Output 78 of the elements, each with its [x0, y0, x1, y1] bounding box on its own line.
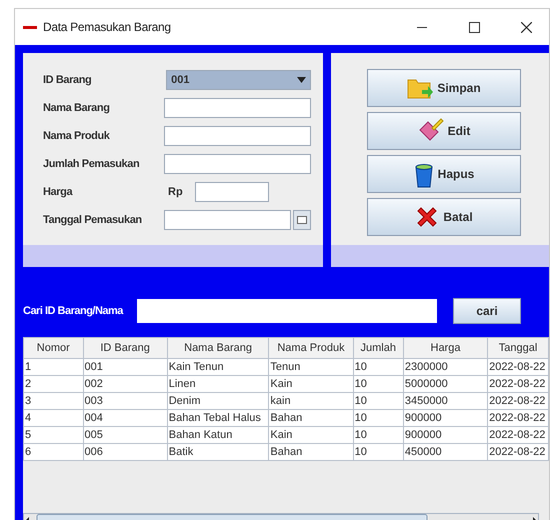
date-field[interactable] [164, 210, 292, 230]
table-cell: 5 [24, 426, 84, 444]
table-cell: 10 [353, 358, 404, 376]
table-cell: 3 [24, 392, 84, 410]
price-field[interactable] [195, 182, 269, 202]
table-cell: 005 [83, 426, 168, 444]
dropdown-arrow-icon [297, 77, 306, 83]
text-field[interactable] [164, 126, 311, 146]
table-cell: Kain Tenun [167, 358, 269, 376]
table-cell: Linen [167, 376, 269, 392]
column-header[interactable]: Jumlah [353, 338, 404, 358]
table-cell: Kain [268, 426, 354, 444]
window-title: Data Pemasukan Barang [43, 20, 172, 34]
search-label: Cari ID Barang/Nama [23, 305, 124, 317]
close-icon [520, 22, 532, 32]
calendar-button[interactable] [293, 210, 311, 230]
table-cell: Bahan Katun [167, 426, 269, 444]
save-button[interactable]: Simpan [367, 69, 521, 107]
delete-button[interactable]: Hapus [367, 155, 521, 193]
table-cell: Bahan [268, 410, 354, 426]
table-cell: 2022-08-22 [488, 410, 548, 426]
calendar-icon [297, 216, 308, 224]
field-label: Tanggal Pemasukan [43, 214, 143, 226]
table-cell: 2022-08-22 [488, 376, 548, 392]
table-cell: kain [268, 392, 354, 410]
table-cell: 10 [353, 392, 404, 410]
table-cell: Bahan [268, 444, 354, 460]
table-cell: 001 [83, 358, 168, 376]
search-button[interactable]: cari [453, 298, 521, 324]
table-cell: 2 [24, 376, 84, 392]
table-cell: 6 [24, 444, 84, 460]
table-cell: 006 [83, 444, 168, 460]
id-dropdown[interactable]: 001 [166, 70, 311, 90]
table-cell: Denim [167, 392, 269, 410]
table-cell: 900000 [403, 426, 488, 444]
cancel-button[interactable]: Batal [367, 198, 521, 236]
table-cell: 900000 [403, 410, 488, 426]
field-label: Nama Barang [43, 102, 111, 114]
table-cell: 10 [353, 376, 404, 392]
field-label: Nama Produk [43, 130, 111, 142]
maximize-icon [468, 22, 480, 32]
field-label: ID Barang [43, 74, 92, 86]
table-cell: 450000 [403, 444, 488, 460]
column-header[interactable]: Nama Produk [268, 338, 354, 358]
table-cell: 4 [24, 410, 84, 426]
column-header[interactable]: ID Barang [83, 338, 168, 358]
table-cell: 2022-08-22 [488, 426, 548, 444]
table-cell: 2300000 [403, 358, 488, 376]
column-header[interactable]: Nomor [24, 338, 84, 358]
table-cell: 5000000 [403, 376, 488, 392]
minimize-icon [417, 26, 427, 28]
table-cell: Tenun [268, 358, 354, 376]
column-header[interactable]: Harga [403, 338, 488, 358]
text-field[interactable] [164, 98, 311, 118]
table-cell: 003 [83, 392, 168, 410]
edit-button[interactable]: Edit [367, 112, 521, 150]
field-label: Jumlah Pemasukan [43, 158, 140, 170]
currency-label: Rp [168, 186, 184, 198]
cross-icon [415, 205, 440, 229]
table-cell: 002 [83, 376, 168, 392]
table-cell: 10 [353, 444, 404, 460]
column-header[interactable]: Nama Barang [167, 338, 269, 358]
table-cell: Bahan Tebal Halus [167, 410, 269, 426]
table-cell: 2022-08-22 [488, 444, 548, 460]
table-cell: 3450000 [403, 392, 488, 410]
table-cell: 10 [353, 410, 404, 426]
app-logo-icon [23, 26, 37, 28]
field-label: Harga [43, 186, 74, 198]
text-field[interactable] [164, 154, 311, 174]
table-cell: 2022-08-22 [488, 358, 548, 376]
table-cell: 10 [353, 426, 404, 444]
column-header[interactable]: Tanggal [488, 338, 548, 358]
table-cell: 2022-08-22 [488, 392, 548, 410]
table-cell: 1 [24, 358, 84, 376]
search-field[interactable] [137, 299, 437, 323]
table-cell: Kain [268, 376, 354, 392]
table-cell: 004 [83, 410, 168, 426]
table-cell: Batik [167, 444, 269, 460]
